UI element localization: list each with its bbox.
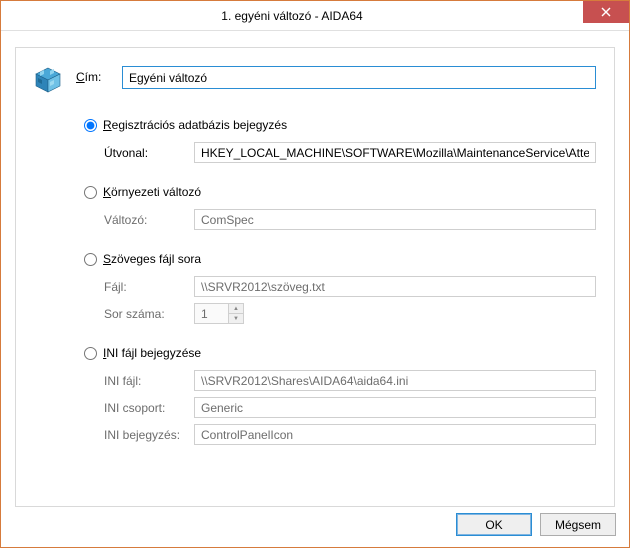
cancel-button[interactable]: Mégsem [540,513,616,536]
ini-file-row: INI fájl: [104,370,596,391]
ini-entry-label: INI bejegyzés: [104,428,190,442]
radio-env-input[interactable] [84,186,97,199]
dialog-buttons: OK Mégsem [456,513,616,536]
window-title: 1. egyéni változó - AIDA64 [1,9,583,23]
spinner-buttons: ▲ ▼ [228,303,244,324]
textfile-line-input [194,303,228,324]
textfile-line-label: Sor száma: [104,307,190,321]
env-var-input [194,209,596,230]
radio-textfile-input[interactable] [84,253,97,266]
textfile-line-spinner: ▲ ▼ [194,303,244,324]
titlebar: 1. egyéni változó - AIDA64 [1,1,629,31]
radio-registry-input[interactable] [84,119,97,132]
textfile-file-input [194,276,596,297]
ini-file-label: INI fájl: [104,374,190,388]
radio-ini-input[interactable] [84,347,97,360]
radio-ini[interactable]: INI fájl bejegyzése [84,346,596,360]
group-env: Környezeti változó Változó: [84,185,596,230]
title-label: Cím: [76,66,112,84]
ini-group-row: INI csoport: [104,397,596,418]
registry-path-row: Útvonal: [104,142,596,163]
group-ini: INI fájl bejegyzése INI fájl: INI csopor… [84,346,596,445]
registry-path-input[interactable] [194,142,596,163]
close-icon [601,7,611,17]
radio-textfile[interactable]: Szöveges fájl sora [84,252,596,266]
close-button[interactable] [583,1,629,23]
registry-icon [34,64,66,96]
radio-textfile-label: Szöveges fájl sora [103,252,201,266]
env-var-row: Változó: [104,209,596,230]
textfile-file-row: Fájl: [104,276,596,297]
title-input[interactable] [122,66,596,89]
spinner-down-icon: ▼ [229,314,243,323]
ini-file-input [194,370,596,391]
radio-registry-label: Regisztrációs adatbázis bejegyzés [103,118,287,132]
env-var-label: Változó: [104,213,190,227]
radio-registry[interactable]: Regisztrációs adatbázis bejegyzés [84,118,596,132]
radio-ini-label: INI fájl bejegyzése [103,346,201,360]
group-registry: Regisztrációs adatbázis bejegyzés Útvona… [84,118,596,163]
main-panel: Cím: Regisztrációs adatbázis bejegyzés Ú… [15,47,615,507]
ini-group-input [194,397,596,418]
ok-button[interactable]: OK [456,513,532,536]
textfile-file-label: Fájl: [104,280,190,294]
content-area: Cím: Regisztrációs adatbázis bejegyzés Ú… [1,31,629,521]
radio-env[interactable]: Környezeti változó [84,185,596,199]
ini-group-label: INI csoport: [104,401,190,415]
ini-entry-row: INI bejegyzés: [104,424,596,445]
group-textfile: Szöveges fájl sora Fájl: Sor száma: ▲ ▼ [84,252,596,324]
ini-entry-input [194,424,596,445]
radio-env-label: Környezeti változó [103,185,201,199]
registry-path-label: Útvonal: [104,146,190,160]
header-row: Cím: [34,66,596,96]
spinner-up-icon: ▲ [229,304,243,314]
textfile-line-row: Sor száma: ▲ ▼ [104,303,596,324]
